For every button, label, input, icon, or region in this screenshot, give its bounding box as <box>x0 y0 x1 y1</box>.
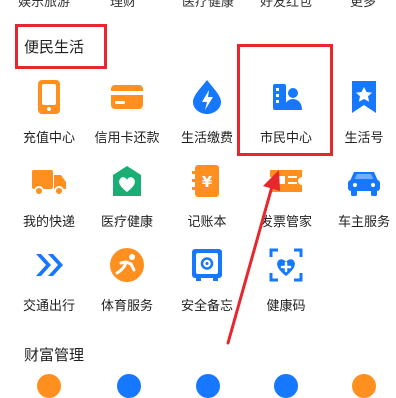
annotation-arrow <box>226 170 280 345</box>
